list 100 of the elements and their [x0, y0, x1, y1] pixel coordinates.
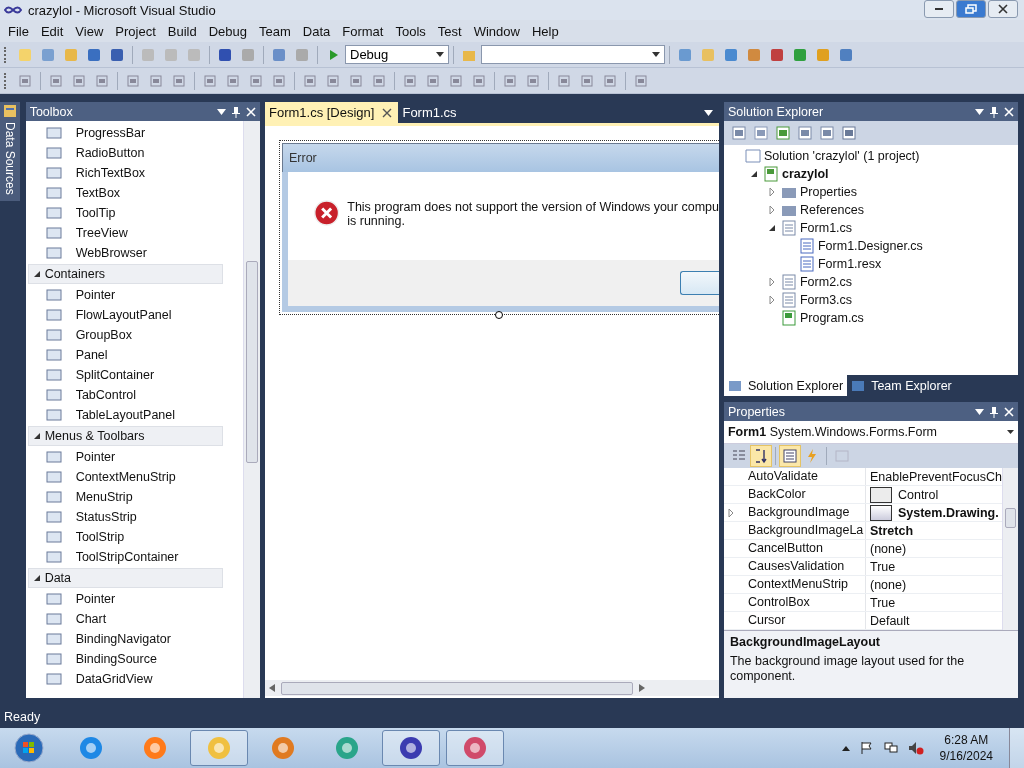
dropdown-icon[interactable]: [975, 408, 984, 415]
pin-icon[interactable]: [990, 405, 998, 418]
menu-item[interactable]: Data: [296, 23, 337, 39]
show-hidden-icons-icon[interactable]: [841, 745, 850, 751]
property-value[interactable]: (none): [869, 541, 907, 556]
property-name[interactable]: BackgroundImage: [737, 504, 866, 521]
close-button[interactable]: [988, 0, 1018, 18]
network-icon[interactable]: [883, 741, 898, 755]
property-name[interactable]: CancelButton: [737, 540, 866, 557]
taskbar-app[interactable]: [382, 730, 440, 766]
toolbox-group-header[interactable]: Data: [27, 568, 223, 588]
property-value[interactable]: (none): [869, 577, 907, 592]
toolbox-item[interactable]: TableLayoutPanel: [25, 405, 243, 425]
menu-item[interactable]: Build: [161, 23, 203, 39]
resize-handle[interactable]: [494, 311, 503, 319]
menu-item[interactable]: Help: [525, 23, 565, 39]
toolbox-item[interactable]: Pointer: [25, 589, 243, 609]
toolbox-item[interactable]: TabControl: [25, 385, 243, 405]
property-value[interactable]: Stretch: [869, 523, 914, 538]
collapsed-icon[interactable]: [767, 296, 776, 304]
collapsed-icon[interactable]: [767, 188, 776, 196]
dialog-button[interactable]: [679, 271, 719, 295]
property-value[interactable]: Control: [897, 487, 939, 502]
scroll-right-icon[interactable]: [638, 684, 645, 692]
property-value[interactable]: True: [869, 595, 896, 610]
form-window[interactable]: Error This program does not support the version of Windows your compu is running.: [278, 140, 719, 315]
toolbox-item[interactable]: RadioButton: [25, 143, 243, 163]
property-name[interactable]: ContextMenuStrip: [737, 576, 866, 593]
toolbox-item[interactable]: FlowLayoutPanel: [25, 305, 243, 325]
dropdown-icon[interactable]: [975, 108, 984, 115]
tree-item[interactable]: Form1.resx: [723, 255, 1018, 273]
property-value[interactable]: System.Drawing.: [897, 505, 999, 520]
toolbox-group-header[interactable]: Containers: [27, 264, 223, 284]
search-dropdown[interactable]: [481, 45, 665, 64]
view-button[interactable]: [778, 445, 801, 467]
dropdown-icon[interactable]: [216, 108, 226, 115]
toolbox-item[interactable]: Panel: [25, 345, 243, 365]
property-name[interactable]: ControlBox: [737, 594, 866, 611]
vertical-scrollbar[interactable]: [242, 121, 260, 698]
tree-item[interactable]: Form1.Designer.cs: [723, 237, 1018, 255]
property-name[interactable]: AutoValidate: [737, 468, 866, 485]
menu-item[interactable]: Debug: [202, 23, 253, 39]
menu-item[interactable]: Tools: [389, 23, 432, 39]
toolbox-item[interactable]: SplitContainer: [25, 365, 243, 385]
property-value[interactable]: EnablePreventFocusCh: [869, 469, 1002, 484]
menu-item[interactable]: Window: [467, 23, 526, 39]
collapsed-icon[interactable]: [726, 508, 735, 517]
property-value[interactable]: Default: [869, 613, 910, 628]
property-name[interactable]: Cursor: [737, 612, 866, 629]
tree-item[interactable]: Form1.cs: [723, 219, 1018, 237]
tree-item[interactable]: Properties: [723, 183, 1018, 201]
menu-item[interactable]: Edit: [34, 23, 70, 39]
toolbox-item[interactable]: TextBox: [25, 183, 243, 203]
horizontal-scrollbar[interactable]: [264, 680, 719, 696]
taskbar-app[interactable]: [446, 730, 504, 766]
toolbox-item[interactable]: StatusStrip: [25, 507, 243, 527]
collapsed-icon[interactable]: [767, 278, 776, 286]
toolbox-item[interactable]: ToolStripContainer: [25, 547, 243, 567]
flag-icon[interactable]: [859, 741, 874, 755]
data-sources-tab[interactable]: Data Sources: [0, 102, 20, 201]
taskbar-app[interactable]: [190, 730, 248, 766]
menu-item[interactable]: Format: [336, 23, 390, 39]
menu-item[interactable]: View: [69, 23, 110, 39]
toolbox-item[interactable]: WebBrowser: [25, 243, 243, 263]
volume-muted-icon[interactable]: [907, 741, 924, 755]
sort-button[interactable]: [749, 445, 772, 467]
tree-item[interactable]: Form3.cs: [723, 291, 1018, 309]
tree-item[interactable]: Solution 'crazylol' (1 project): [723, 147, 1018, 165]
toolbox-item[interactable]: ContextMenuStrip: [25, 467, 243, 487]
toolbox-item[interactable]: GroupBox: [25, 325, 243, 345]
property-name[interactable]: BackColor: [737, 486, 866, 503]
expanded-icon[interactable]: [32, 270, 41, 278]
minimize-button[interactable]: [924, 0, 954, 18]
tree-item[interactable]: References: [723, 201, 1018, 219]
show-desktop-button[interactable]: [1009, 728, 1024, 768]
pin-icon[interactable]: [231, 105, 240, 118]
property-value[interactable]: True: [869, 559, 896, 574]
toolbox-item[interactable]: ProgressBar: [25, 123, 243, 143]
toolbox-item[interactable]: Chart: [25, 609, 243, 629]
toolbox-item[interactable]: RichTextBox: [25, 163, 243, 183]
toolbox-item[interactable]: BindingNavigator: [25, 629, 243, 649]
configuration-dropdown[interactable]: Debug: [345, 45, 449, 64]
property-name[interactable]: BackgroundImageLa: [737, 522, 866, 539]
tree-item[interactable]: Program.cs: [723, 309, 1018, 327]
toolbox-item[interactable]: ToolStrip: [25, 527, 243, 547]
collapsed-icon[interactable]: [767, 206, 776, 214]
clock[interactable]: 6:28 AM 9/16/2024: [933, 732, 999, 764]
tree-item[interactable]: Form2.cs: [723, 273, 1018, 291]
close-icon[interactable]: [382, 107, 393, 118]
pin-icon[interactable]: [990, 105, 998, 118]
scroll-left-icon[interactable]: [268, 684, 275, 692]
menu-item[interactable]: Project: [109, 23, 162, 39]
panel-tab[interactable]: Solution Explorer: [723, 375, 848, 396]
toolbox-item[interactable]: Pointer: [25, 447, 243, 467]
menu-item[interactable]: Team: [253, 23, 297, 39]
toolbox-item[interactable]: ToolTip: [25, 203, 243, 223]
toolbox-item[interactable]: Pointer: [25, 285, 243, 305]
property-name[interactable]: CausesValidation: [737, 558, 866, 575]
toolbox-group-header[interactable]: Menus & Toolbars: [27, 426, 223, 446]
tree-item[interactable]: crazylol: [723, 165, 1018, 183]
